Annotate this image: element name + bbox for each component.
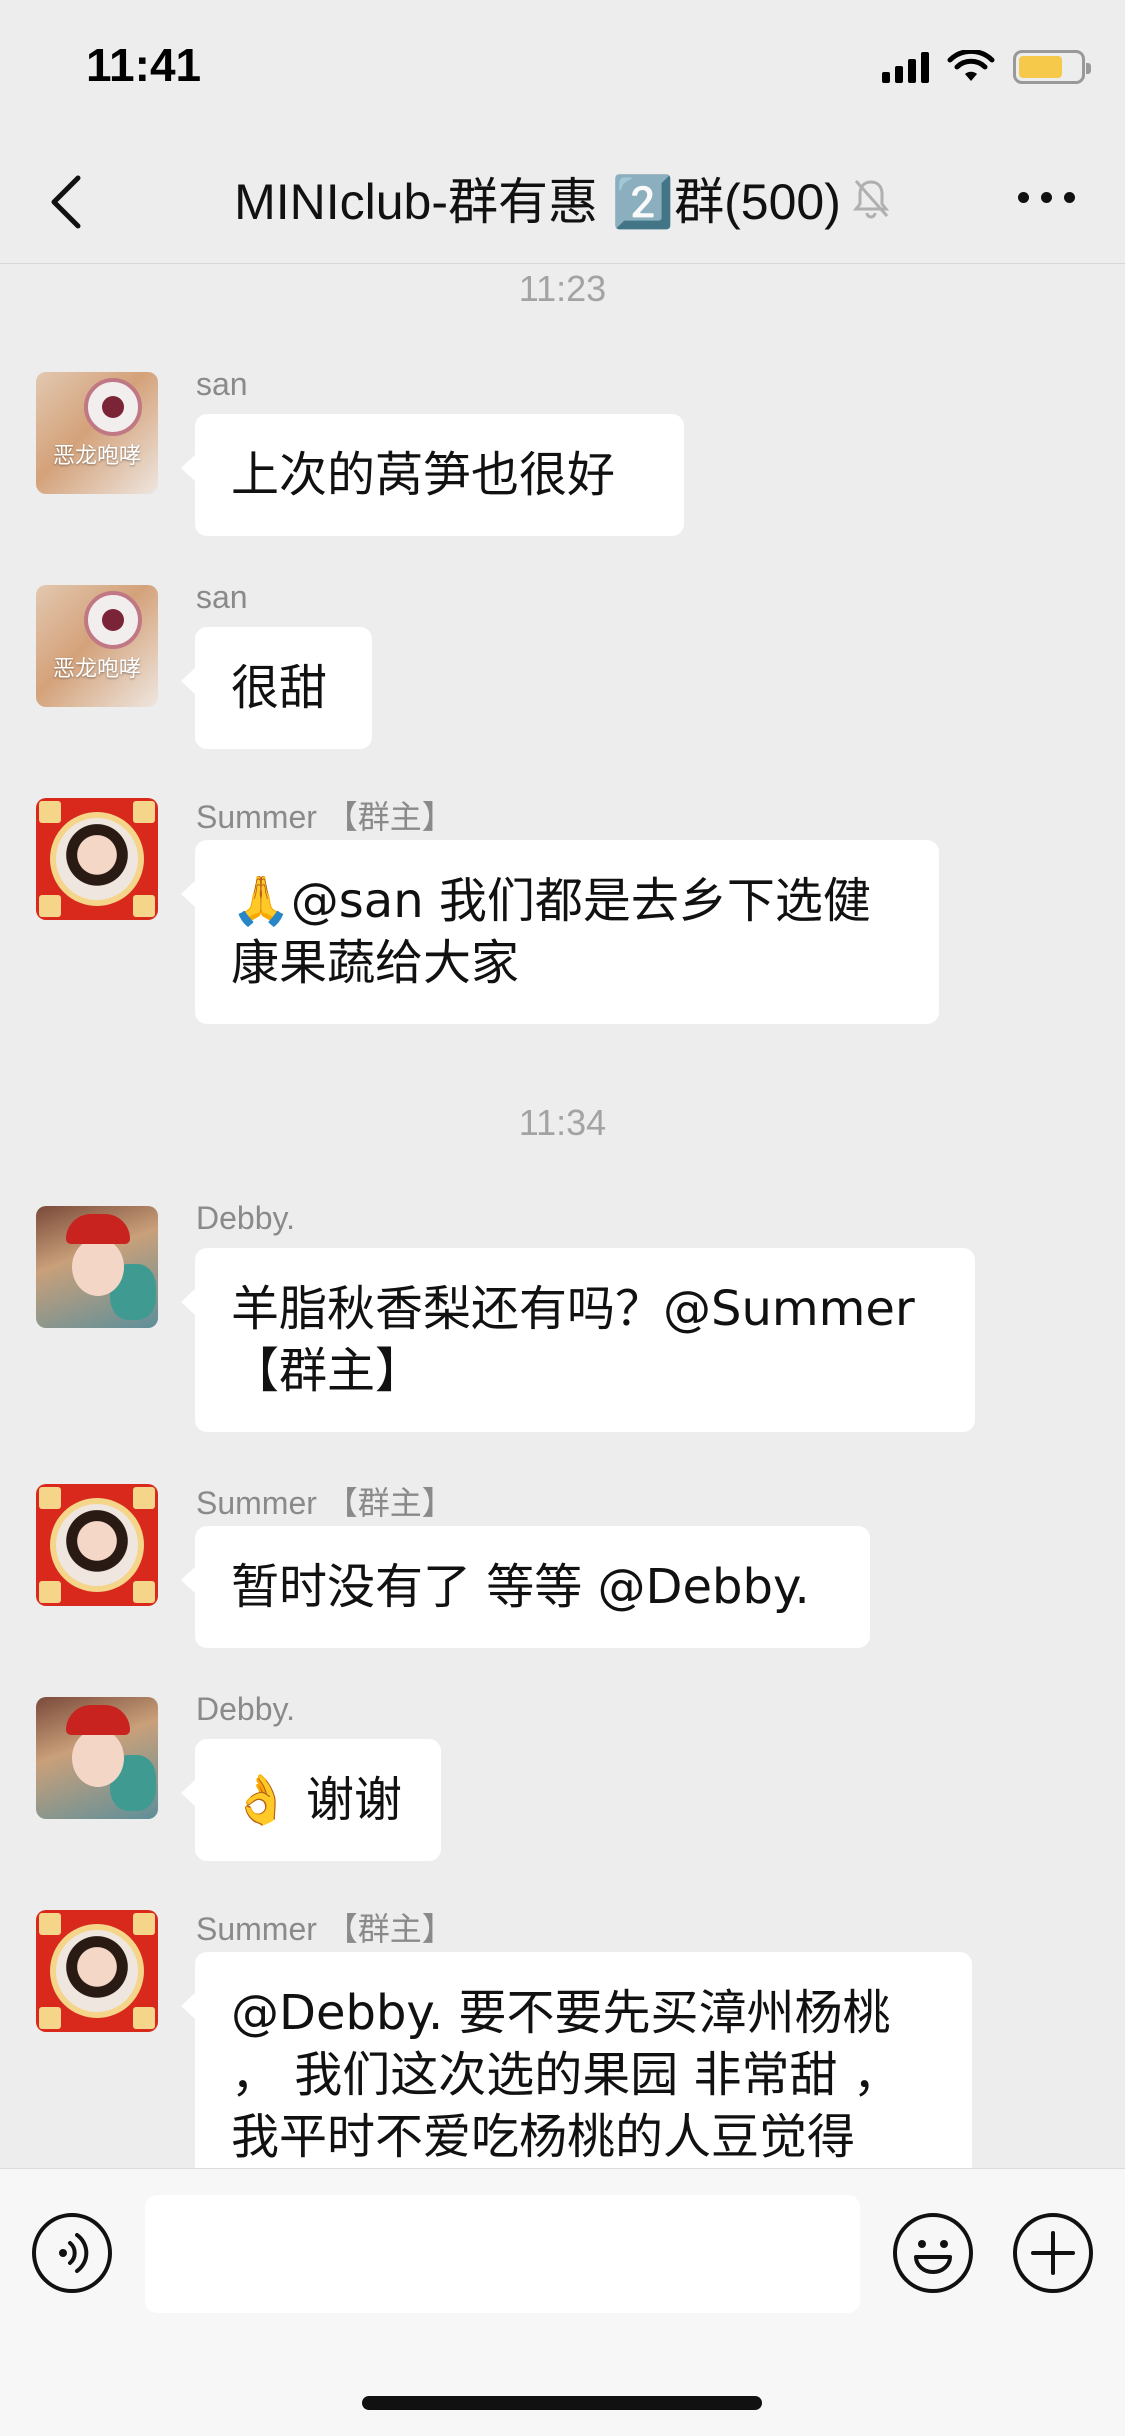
debby-avatar[interactable] xyxy=(36,1206,158,1328)
plus-icon[interactable] xyxy=(1013,2213,1093,2293)
sender-name: san xyxy=(196,366,248,402)
chat-area[interactable]: 11:23 恶龙咆哮 san 上次的莴笋也很好 恶龙咆哮 san 很甜 Summ… xyxy=(0,264,1125,2168)
battery-icon xyxy=(1013,50,1091,84)
emoji-icon[interactable] xyxy=(893,2213,973,2293)
cat-avatar[interactable]: 恶龙咆哮 xyxy=(36,585,158,707)
wifi-icon xyxy=(947,50,995,81)
mute-bell-icon xyxy=(852,180,890,219)
avatar-caption: 恶龙咆哮 xyxy=(52,657,141,682)
message-bubble[interactable]: 暂时没有了 等等 @Debby. xyxy=(181,1526,870,1648)
chat-header: MINIclub-群有惠 2️⃣群(500) xyxy=(0,132,1125,264)
message-input[interactable] xyxy=(145,2195,860,2313)
message-bubble[interactable]: 上次的莴笋也很好 xyxy=(181,414,684,536)
sender-name: Debby. xyxy=(196,1200,296,1236)
cat-avatar[interactable]: 恶龙咆哮 xyxy=(36,372,158,494)
battery-level xyxy=(1019,56,1063,78)
status-time: 11:41 xyxy=(86,39,202,91)
timestamp: 11:23 xyxy=(518,268,607,309)
summer-avatar[interactable] xyxy=(36,1484,158,1606)
status-bar: 11:41 xyxy=(0,0,1125,132)
message-bubble[interactable]: @Debby. 要不要先买漳州杨桃 ， 我们这次选的果园 非常甜 ，我平时不爱吃… xyxy=(181,1952,972,2168)
summer-avatar[interactable] xyxy=(36,1910,158,2032)
avatar-caption: 恶龙咆哮 xyxy=(52,444,141,469)
sender-name: san xyxy=(196,579,248,615)
more-icon[interactable] xyxy=(1018,192,1075,203)
chat-title[interactable]: MINIclub-群有惠 2️⃣群(500) xyxy=(234,162,841,234)
status-icons xyxy=(882,50,1091,84)
sender-name: Debby. xyxy=(196,1691,296,1727)
voice-icon[interactable] xyxy=(32,2213,112,2293)
message-bubble[interactable]: 🙏@san 我们都是去乡下选健康果蔬给大家 xyxy=(181,840,939,1024)
home-indicator[interactable] xyxy=(362,2396,762,2410)
title-wrap: MINIclub-群有惠 2️⃣群(500) xyxy=(0,162,1125,234)
signal-icon xyxy=(882,51,929,83)
sender-name: Summer 【群主】 xyxy=(196,1911,454,1947)
message-bubble[interactable]: 羊脂秋香梨还有吗？@Summer 【群主】 xyxy=(181,1248,975,1432)
message-bubble[interactable]: 👌 谢谢 xyxy=(181,1739,441,1861)
sender-name: Summer 【群主】 xyxy=(196,799,454,835)
summer-avatar[interactable] xyxy=(36,798,158,920)
debby-avatar[interactable] xyxy=(36,1697,158,1819)
message-bubble[interactable]: 很甜 xyxy=(181,627,372,749)
timestamp: 11:34 xyxy=(518,1102,607,1143)
sender-name: Summer 【群主】 xyxy=(196,1485,454,1521)
